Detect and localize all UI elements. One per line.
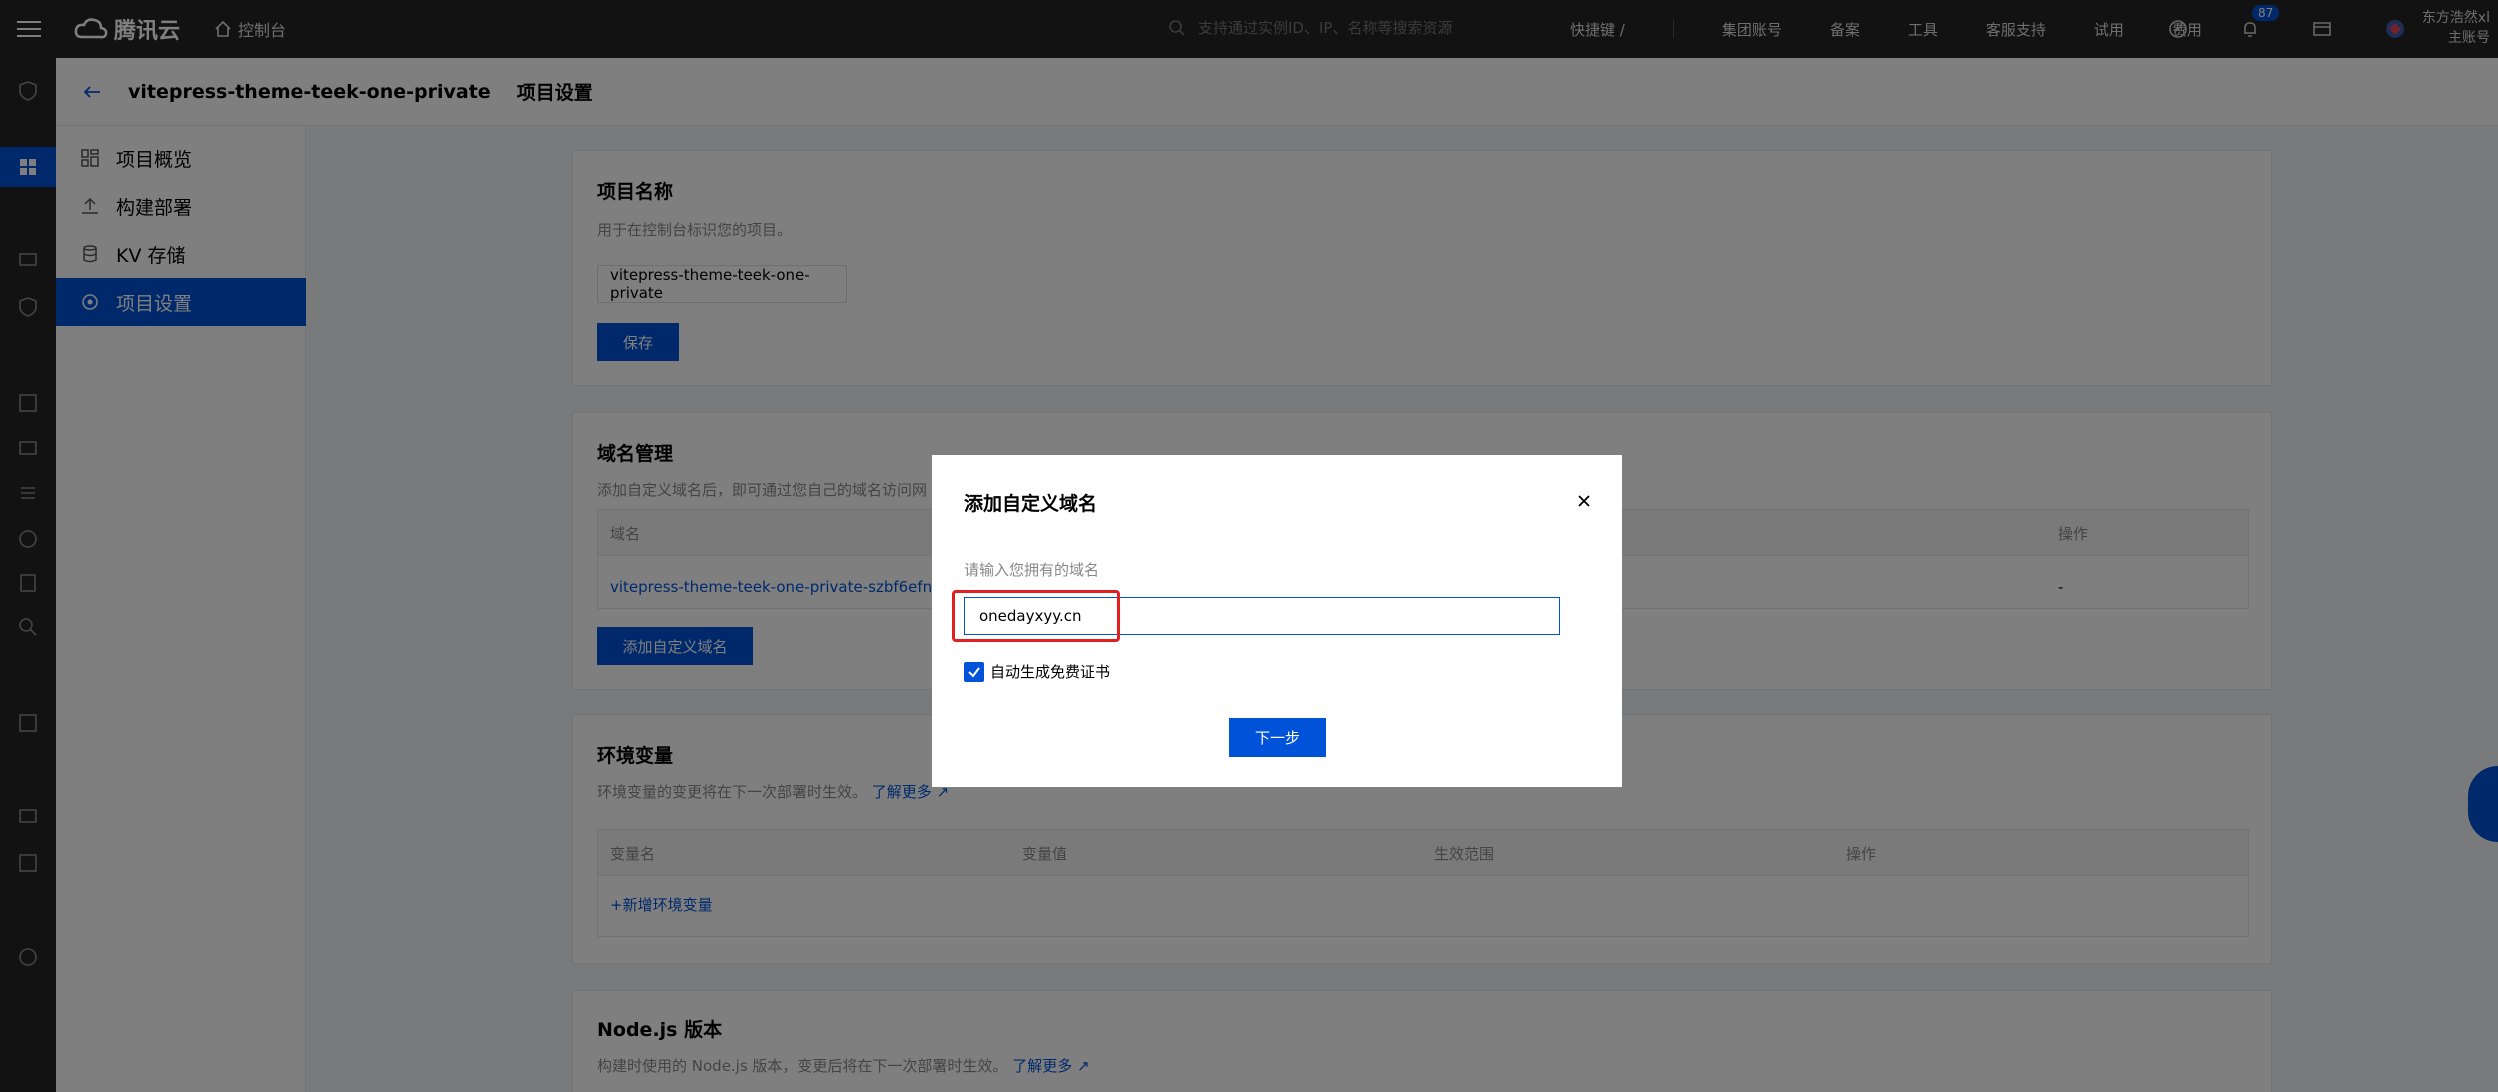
annotation-highlight-box [952,590,1120,642]
close-icon[interactable] [1576,493,1592,509]
auto-certificate-label: 自动生成免费证书 [990,663,1111,681]
domain-field-label: 请输入您拥有的域名 [964,561,1100,579]
auto-certificate-checkbox[interactable] [964,661,984,682]
modal-title: 添加自定义域名 [964,493,1098,515]
checkmark-icon [968,666,980,678]
add-custom-domain-modal: 添加自定义域名 请输入您拥有的域名 onedayxyy.cn 自动生成免费证书 … [932,455,1622,787]
next-step-button[interactable]: 下一步 [1229,718,1326,757]
auto-certificate-option[interactable]: 自动生成免费证书 [964,661,1110,682]
